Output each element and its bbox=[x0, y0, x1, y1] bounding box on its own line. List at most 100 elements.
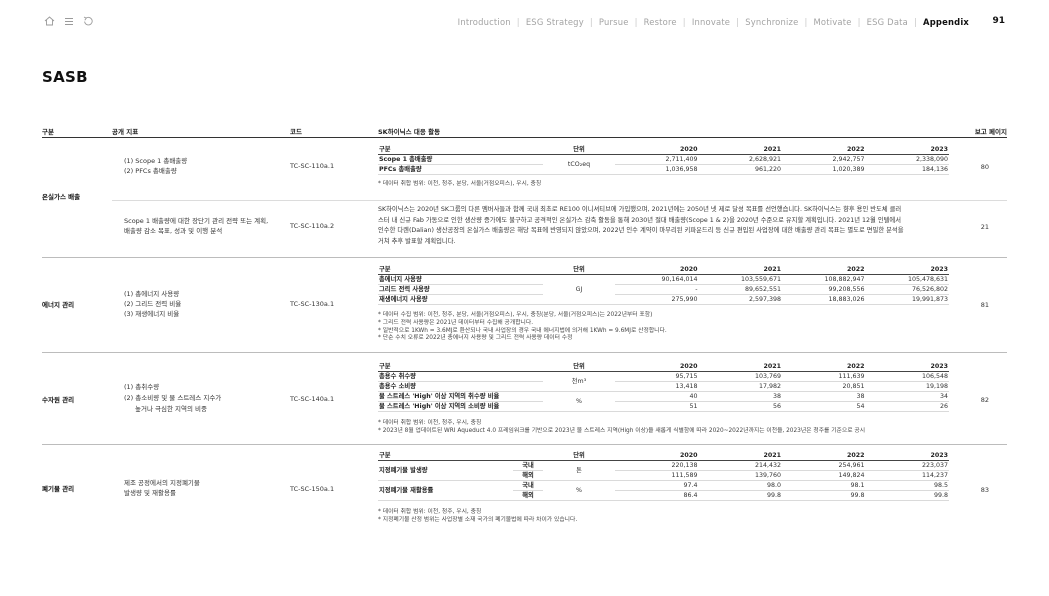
page-ref[interactable]: 82 bbox=[981, 395, 989, 405]
table-row: 물 스트레스 'High' 이상 지역의 소비량 비율 51 56 54 26 bbox=[378, 401, 949, 412]
table-row: 지정폐기물 발생량 국내 톤 220,138 214,432 254,961 2… bbox=[378, 460, 949, 481]
th: 2021 bbox=[698, 362, 782, 372]
row-label: 총용수 취수량 bbox=[378, 371, 543, 382]
category-label: 온실가스 배출 bbox=[42, 193, 81, 201]
nav-synchronize[interactable]: Synchronize bbox=[745, 17, 798, 27]
indicator-line: 높거나 극심한 지역의 비중 bbox=[135, 405, 207, 413]
indicator-line: 배출량 감소 목표, 성과 및 이행 분석 bbox=[124, 227, 223, 235]
cell: 17,982 bbox=[698, 381, 782, 392]
row-label: Scope 1 총배출량 bbox=[378, 154, 543, 165]
cell: 214,432 bbox=[698, 460, 782, 471]
header-code: 코드 bbox=[290, 128, 302, 136]
th: 2020 bbox=[615, 145, 699, 155]
sub-label: 국내 bbox=[513, 480, 543, 491]
cell: 13,418 bbox=[615, 381, 699, 392]
nav-esg-strategy[interactable]: ESG Strategy bbox=[526, 17, 584, 27]
th: 단위 bbox=[543, 362, 615, 372]
indicator-line: (2) PFCs 총배출량 bbox=[124, 167, 177, 175]
nav-introduction[interactable]: Introduction bbox=[458, 17, 511, 27]
cell: 19,198 bbox=[865, 381, 949, 392]
cell: 89,652,551 bbox=[698, 284, 782, 295]
table-row: 그리드 전력 사용량 - 89,652,551 99,208,556 76,52… bbox=[378, 284, 949, 295]
th: 단위 bbox=[543, 265, 615, 275]
note-line: * 2023년 8월 업데이트된 WRI Aqueduct 4.0 프레임워크를… bbox=[378, 427, 866, 434]
ghg-table: 구분 단위 2020 2021 2022 2023 Scope 1 총배출량 t… bbox=[378, 145, 949, 175]
code-label: TC-SC-110a.2 bbox=[290, 222, 335, 230]
nav-separator: | bbox=[589, 17, 593, 27]
category-label: 에너지 관리 bbox=[42, 301, 75, 309]
cell: 2,338,090 bbox=[865, 154, 949, 165]
cell: 223,037 bbox=[865, 460, 949, 471]
nav-motivate[interactable]: Motivate bbox=[814, 17, 852, 27]
cell: 54 bbox=[782, 401, 866, 412]
waste-table: 구분 단위 2020 2021 2022 2023 지정폐기물 발생량 국내 톤… bbox=[378, 451, 949, 501]
cell: 51 bbox=[615, 401, 699, 412]
page-ref[interactable]: 83 bbox=[981, 485, 989, 495]
indicator-line: 발생량 및 재활용률 bbox=[124, 489, 176, 497]
home-icon[interactable] bbox=[44, 16, 55, 26]
menu-icon[interactable] bbox=[64, 17, 74, 26]
code-label: TC-SC-150a.1 bbox=[290, 485, 335, 493]
row-label: 지정폐기물 발생량 bbox=[378, 460, 513, 481]
notes: * 데이터 수집 범위: 이천, 청주, 분당, 서울(거점오피스), 우시, … bbox=[378, 312, 667, 343]
note-line: * 단순 수치 오류로 2022년 총에너지 사용량 및 그리드 전력 사용량 … bbox=[378, 335, 573, 342]
cell: 99.8 bbox=[698, 490, 782, 501]
code-label: TC-SC-140a.1 bbox=[290, 395, 335, 403]
th bbox=[513, 451, 543, 461]
th: 단위 bbox=[543, 145, 615, 155]
nav-appendix[interactable]: Appendix bbox=[923, 17, 969, 27]
cell: 20,851 bbox=[782, 381, 866, 392]
table-row: 재생에너지 사용량 275,990 2,597,398 18,883,026 1… bbox=[378, 294, 949, 305]
cell: 2,597,398 bbox=[698, 294, 782, 305]
cell: 139,760 bbox=[698, 470, 782, 481]
cell: 2,942,757 bbox=[782, 154, 866, 165]
cell: 99,208,556 bbox=[782, 284, 866, 295]
page-ref[interactable]: 21 bbox=[981, 222, 989, 232]
cell: 114,237 bbox=[865, 470, 949, 481]
nav-innovate[interactable]: Innovate bbox=[692, 17, 730, 27]
paragraph-line: SK하이닉스는 2020년 SK그룹의 다른 멤버사들과 함께 국내 최초로 R… bbox=[378, 206, 902, 213]
th: 2020 bbox=[615, 451, 699, 461]
cell: 38 bbox=[698, 391, 782, 402]
cell: 98.5 bbox=[865, 480, 949, 491]
unit-cell: % bbox=[543, 480, 615, 501]
note-line: * 데이터 취합 범위: 이천, 청주, 분당, 서울(거점오피스), 우시, … bbox=[378, 181, 542, 187]
indicator-line: (1) 총에너지 사용량 bbox=[124, 290, 180, 298]
section-energy: 에너지 관리 (1) 총에너지 사용량 (2) 그리드 전력 비율 (3) 재생… bbox=[42, 258, 1007, 353]
row-divider bbox=[112, 200, 1007, 201]
cell: 254,961 bbox=[782, 460, 866, 471]
nav-pursue[interactable]: Pursue bbox=[599, 17, 629, 27]
cell: 38 bbox=[782, 391, 866, 402]
water-table: 구분 단위 2020 2021 2022 2023 총용수 취수량 천m³ 95… bbox=[378, 362, 949, 412]
cell: 2,711,409 bbox=[615, 154, 699, 165]
table-row: 총용수 취수량 천m³ 95,715 103,769 111,639 106,5… bbox=[378, 371, 949, 392]
sub-label: 국내 bbox=[513, 460, 543, 471]
paragraph-line: 인수한 다롄(Dalian) 생산공장의 온실가스 배출량은 해당 목표에 반영… bbox=[378, 227, 904, 234]
th: 2022 bbox=[782, 451, 866, 461]
cell: 2,628,921 bbox=[698, 154, 782, 165]
nav-separator: | bbox=[736, 17, 740, 27]
page-ref[interactable]: 80 bbox=[981, 162, 989, 172]
cell: 220,138 bbox=[615, 460, 699, 471]
indicator-line: (3) 재생에너지 비율 bbox=[124, 310, 180, 318]
th: 2023 bbox=[865, 145, 949, 155]
page-ref[interactable]: 81 bbox=[981, 300, 989, 310]
cell: 99.8 bbox=[865, 490, 949, 501]
nav-esg-data[interactable]: ESG Data bbox=[867, 17, 908, 27]
row-label: 물 스트레스 'High' 이상 지역의 소비량 비율 bbox=[378, 401, 543, 412]
back-icon[interactable] bbox=[83, 16, 93, 26]
category-label: 폐기물 관리 bbox=[42, 485, 75, 493]
notes: * 데이터 취합 범위: 이천, 청주, 우시, 충칭 * 2023년 8월 업… bbox=[378, 420, 865, 436]
cell: 103,769 bbox=[698, 371, 782, 382]
page-title: SASB bbox=[42, 68, 88, 86]
th: 2021 bbox=[698, 145, 782, 155]
th: 구분 bbox=[378, 145, 543, 155]
cell: 40 bbox=[615, 391, 699, 402]
header-response: SK하이닉스 대응 활동 bbox=[378, 128, 441, 136]
cell: 111,639 bbox=[782, 371, 866, 382]
sub-label: 해외 bbox=[513, 470, 543, 481]
unit-cell: tCO₂eq bbox=[543, 154, 615, 175]
code-label: TC-SC-130a.1 bbox=[290, 300, 335, 308]
nav-restore[interactable]: Restore bbox=[644, 17, 677, 27]
th: 2022 bbox=[782, 362, 866, 372]
